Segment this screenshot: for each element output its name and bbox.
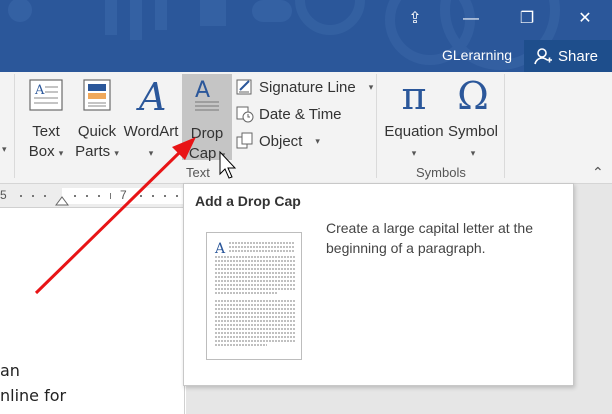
date-time-button[interactable]: Date & Time	[236, 103, 342, 125]
ruler-number-marker: 7	[120, 188, 127, 202]
text-group-label: Text	[186, 165, 210, 180]
person-icon	[534, 48, 552, 65]
svg-text:A: A	[136, 78, 166, 114]
equation-label: Equation	[384, 123, 444, 140]
signature-line-icon	[236, 79, 252, 95]
text-box-label-2: Box ▾	[28, 143, 64, 160]
ruler[interactable]: 5 7	[0, 184, 185, 208]
ribbon-separator	[504, 74, 505, 178]
pi-icon: π	[401, 74, 427, 118]
drop-cap-label-2: Cap ▾	[188, 145, 226, 162]
symbol-caret: ▾	[446, 142, 500, 163]
svg-text:A: A	[34, 83, 45, 98]
wordart-icon: A	[136, 75, 166, 119]
equation-button[interactable]: π Equation ▾	[384, 74, 444, 163]
ribbon: ▾ A Text Box ▾ Quick Parts ▾ A WordArt ▾	[0, 72, 612, 184]
chevron-down-icon: ▾	[58, 148, 64, 158]
object-label: Object	[259, 132, 303, 150]
ribbon-left-caret[interactable]: ▾	[2, 138, 7, 159]
symbols-group-label: Symbols	[416, 165, 466, 180]
chevron-down-icon: ▾	[411, 148, 417, 158]
date-time-icon	[236, 106, 254, 123]
date-time-label: Date & Time	[259, 105, 342, 123]
symbol-label: Symbol	[447, 123, 499, 140]
chevron-down-icon: ▾	[114, 148, 119, 158]
ruler-ticks	[20, 193, 178, 206]
drop-cap-icon: A	[195, 78, 219, 111]
indent-marker-icon	[55, 196, 69, 206]
tooltip-description: Create a large capital letter at the beg…	[326, 220, 534, 256]
drop-cap-tooltip: Add a Drop Cap Create a large capital le…	[183, 183, 574, 386]
signature-line-button[interactable]: Signature Line ▾	[236, 76, 373, 98]
drop-cap-label-1: Drop	[190, 125, 224, 142]
equation-caret: ▾	[384, 142, 444, 163]
chevron-down-icon: ▾	[220, 150, 226, 160]
restore-button[interactable]: ❐	[512, 8, 542, 30]
ribbon-display-options-button[interactable]: ⇪	[400, 8, 430, 30]
signature-line-label: Signature Line	[259, 78, 356, 96]
wordart-caret: ▾	[122, 142, 180, 163]
quick-parts-label-2: Parts ▾	[75, 143, 119, 160]
document-page[interactable]: an nline for	[0, 209, 185, 414]
user-name[interactable]: GLerarning	[442, 47, 512, 63]
chevron-down-icon: ▾	[315, 135, 320, 146]
text-box-label-1: Text	[32, 123, 60, 140]
drop-cap-preview-image: A	[206, 232, 302, 360]
document-line: nline for	[0, 386, 67, 405]
share-label: Share	[558, 47, 599, 65]
chevron-down-icon: ▾	[148, 148, 154, 158]
wordart-button[interactable]: A WordArt ▾	[122, 75, 180, 163]
object-icon	[236, 132, 253, 149]
quick-parts-button[interactable]: Quick Parts ▾	[74, 78, 120, 163]
collapse-ribbon-icon[interactable]: ⌃	[592, 164, 604, 181]
text-box-icon: A	[29, 79, 63, 111]
wordart-label: WordArt	[123, 123, 179, 140]
chevron-down-icon: ▾	[368, 81, 374, 92]
title-bar: ⇪ — ❐ ✕ GLerarning Share	[0, 0, 612, 72]
omega-icon: Ω	[457, 74, 489, 118]
tooltip-title: Add a Drop Cap	[195, 193, 301, 209]
ribbon-separator	[376, 74, 377, 178]
drop-cap-button[interactable]: A Drop Cap ▾	[182, 74, 232, 162]
quick-parts-icon	[83, 79, 111, 111]
minimize-button[interactable]: —	[456, 8, 486, 30]
ribbon-separator	[14, 74, 15, 178]
svg-text:A: A	[195, 78, 210, 103]
quick-parts-label-1: Quick	[77, 123, 117, 140]
symbol-button[interactable]: Ω Symbol ▾	[446, 74, 500, 163]
preview-drop-letter: A	[214, 241, 226, 257]
document-line: an	[0, 361, 20, 380]
share-button[interactable]: Share	[524, 40, 612, 72]
chevron-down-icon: ▾	[470, 148, 476, 158]
object-button[interactable]: Object ▾	[236, 130, 320, 152]
close-button[interactable]: ✕	[570, 8, 600, 30]
text-box-button[interactable]: A Text Box ▾	[24, 78, 68, 163]
